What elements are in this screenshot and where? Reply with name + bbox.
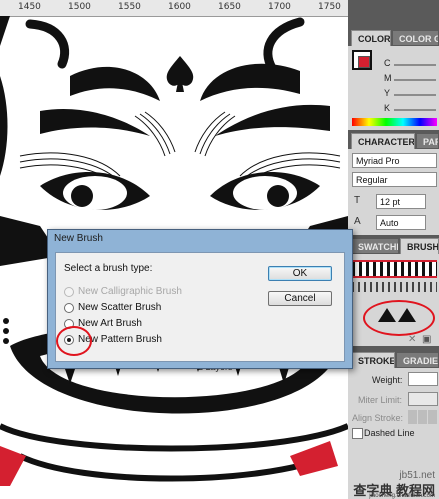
annotation-circle-pattern-brush: [56, 326, 92, 356]
tab-stroke[interactable]: STROKE: [351, 352, 395, 368]
color-spectrum-bar[interactable]: [352, 118, 437, 126]
weight-field[interactable]: [408, 372, 438, 386]
panels-column: COLOR COLOR GUIDE C M Y K CHARACTER PARA…: [348, 0, 439, 499]
radio-label: New Calligraphic Brush: [78, 286, 182, 297]
tab-paragraph[interactable]: PARAGRAPH: [416, 133, 439, 149]
tab-paragraph-label: PARAGRAPH: [423, 137, 438, 147]
ruler-label: 1600: [168, 2, 191, 12]
channel-k-slider[interactable]: [394, 109, 436, 111]
character-panel: Myriad Pro Regular T 12 pt A Auto: [348, 149, 439, 235]
tab-color-guide-label: COLOR GUIDE: [399, 34, 438, 44]
tab-character-label: CHARACTER: [358, 137, 415, 147]
tab-color-guide[interactable]: COLOR GUIDE: [392, 30, 439, 46]
leading-field[interactable]: Auto: [376, 215, 426, 230]
tab-gradient[interactable]: GRADIENT: [396, 352, 439, 368]
tab-brushes[interactable]: BRUSHES: [400, 238, 439, 254]
channel-y-label: Y: [384, 88, 391, 98]
dashed-line-label: Dashed Line: [364, 428, 415, 438]
radio-label[interactable]: New Scatter Brush: [78, 302, 161, 313]
tab-color[interactable]: COLOR: [351, 30, 391, 46]
annotation-circle-brush-tiles: [363, 300, 435, 336]
stroke-swatch[interactable]: [358, 56, 370, 68]
tab-character[interactable]: CHARACTER: [351, 133, 415, 149]
channel-c-slider[interactable]: [394, 64, 436, 66]
radio-button: [64, 287, 74, 297]
cancel-button[interactable]: Cancel: [268, 291, 332, 306]
new-brush-icon[interactable]: ▣: [422, 334, 431, 345]
leading-value: Auto: [380, 218, 399, 228]
font-size-icon: T: [354, 195, 361, 206]
ruler-label: 1500: [68, 2, 91, 12]
watermark-url: jiaocheng.chazidian.com: [369, 493, 435, 499]
dialog-title: New Brush: [54, 233, 103, 244]
dialog-body: Select a brush type: New Calligraphic Br…: [55, 252, 345, 362]
radio-button[interactable]: [64, 303, 74, 313]
tab-swatches-label: SWATCHES: [358, 242, 398, 252]
horizontal-ruler: 1450 1500 1550 1600 1650 1700 1750: [0, 0, 348, 17]
ok-button[interactable]: OK: [268, 266, 332, 281]
ruler-label: 1450: [18, 2, 41, 12]
tab-color-label: COLOR: [358, 34, 391, 44]
miter-limit-label: Miter Limit:: [358, 395, 403, 405]
font-family-value: Myriad Pro: [356, 156, 400, 166]
brush-swatch-row[interactable]: [352, 260, 437, 278]
radio-label[interactable]: New Art Brush: [78, 318, 142, 329]
ruler-label: 1650: [218, 2, 241, 12]
font-size-field[interactable]: 12 pt: [376, 194, 426, 209]
channel-k-label: K: [384, 103, 391, 113]
channel-y-slider[interactable]: [394, 94, 436, 96]
channel-m-label: M: [384, 73, 392, 83]
ruler-label: 1750: [318, 2, 341, 12]
font-style-value: Regular: [356, 175, 388, 185]
channel-c-label: C: [384, 58, 391, 68]
color-panel: C M Y K: [348, 46, 439, 130]
font-family-field[interactable]: Myriad Pro: [352, 153, 437, 168]
delete-brush-icon[interactable]: ✕: [408, 334, 416, 345]
brush-swatch-row[interactable]: [352, 282, 437, 292]
tab-brushes-label: BRUSHES: [407, 242, 439, 252]
font-style-field[interactable]: Regular: [352, 172, 437, 187]
ruler-label: 1700: [268, 2, 291, 12]
tab-swatches[interactable]: SWATCHES: [351, 238, 399, 254]
new-brush-dialog: New Brush Select a brush type: New Calli…: [47, 229, 353, 369]
brush-type-prompt: Select a brush type:: [64, 263, 153, 274]
align-stroke-buttons[interactable]: [408, 410, 438, 424]
channel-m-slider[interactable]: [394, 79, 436, 81]
dashed-line-checkbox[interactable]: [352, 428, 363, 439]
font-size-value: 12 pt: [380, 197, 401, 207]
watermark: jb51.net 查字典 教程网 jiaocheng.chazidian.com: [300, 468, 439, 499]
weight-label: Weight:: [372, 375, 403, 385]
leading-icon: A: [354, 216, 361, 227]
miter-limit-field[interactable]: [408, 392, 438, 406]
ruler-label: 1550: [118, 2, 141, 12]
tab-gradient-label: GRADIENT: [403, 356, 439, 366]
align-stroke-label: Align Stroke:: [352, 413, 404, 423]
tab-stroke-label: STROKE: [358, 356, 395, 366]
